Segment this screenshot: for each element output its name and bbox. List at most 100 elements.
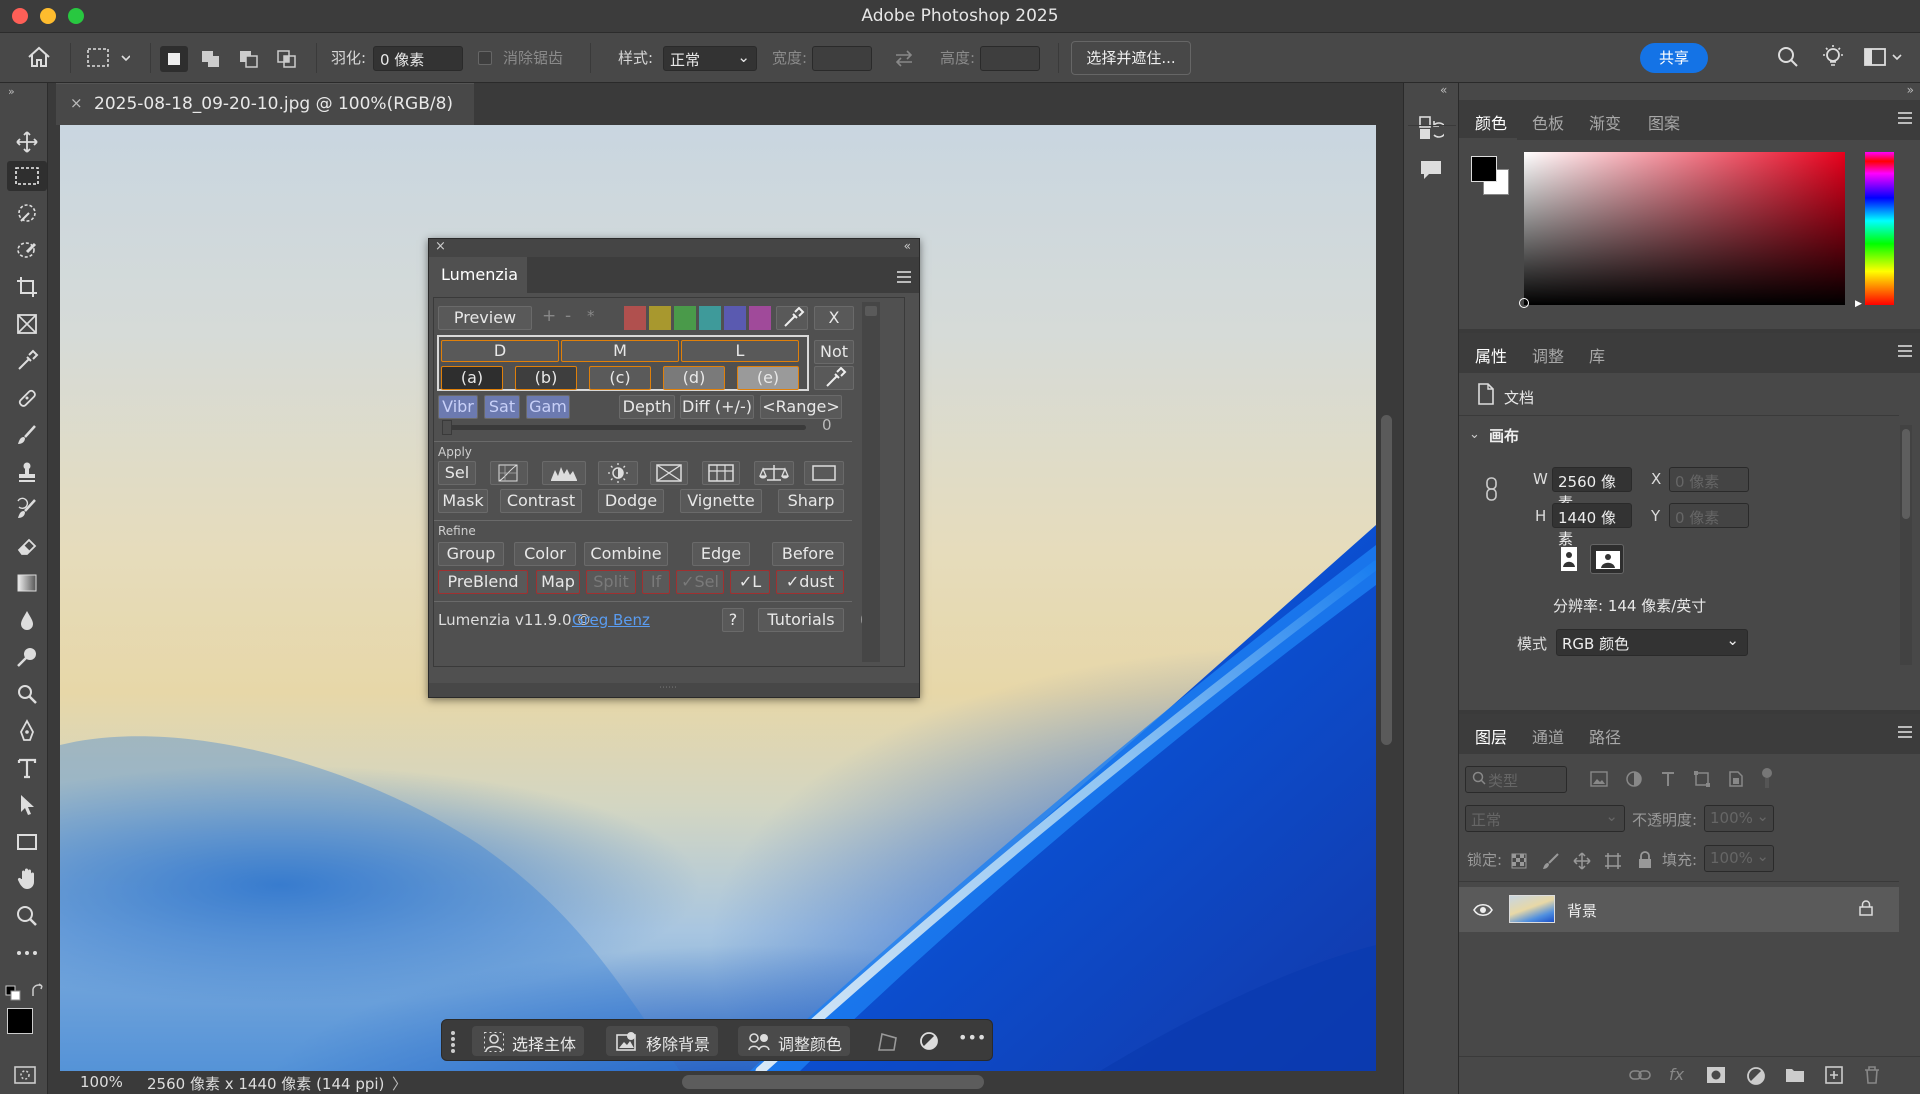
- select-subject-button[interactable]: 选择主体: [472, 1026, 585, 1056]
- drag-handle-icon[interactable]: [450, 1030, 456, 1054]
- canvas-width-input[interactable]: 2560 像素: [1552, 467, 1632, 512]
- delete-layer-icon[interactable]: [1863, 1065, 1881, 1085]
- remove-background-button[interactable]: 移除背景: [606, 1026, 719, 1056]
- filter-shape-icon[interactable]: [1693, 770, 1711, 788]
- preview-button[interactable]: Preview: [438, 306, 532, 330]
- subtract-from-selection-button[interactable]: [236, 46, 262, 72]
- tab-paths[interactable]: 路径: [1589, 724, 1621, 748]
- help-button[interactable]: ?: [722, 608, 744, 632]
- tab-layers[interactable]: 图层: [1475, 724, 1507, 748]
- rectangle-tool-icon[interactable]: [10, 827, 44, 857]
- default-colors-icon[interactable]: [5, 985, 21, 1001]
- eyedropper-tool-icon[interactable]: [10, 346, 44, 376]
- vertical-scroll-thumb[interactable]: [1381, 415, 1392, 745]
- zone-light-button[interactable]: L: [681, 340, 799, 362]
- gamma-button[interactable]: Gam: [526, 395, 570, 419]
- link-layers-icon[interactable]: [1629, 1066, 1651, 1084]
- path-selection-tool-icon[interactable]: [10, 790, 44, 820]
- lumenzia-scrollbar[interactable]: [862, 302, 880, 662]
- more-options-icon[interactable]: •••: [958, 1028, 986, 1047]
- layer-name[interactable]: 背景: [1567, 900, 1597, 921]
- properties-menu-icon[interactable]: [1898, 345, 1912, 360]
- filter-smart-object-icon[interactable]: [1726, 770, 1744, 788]
- swatch-yellow[interactable]: [649, 306, 671, 330]
- canvas-y-input[interactable]: 0 像素: [1669, 503, 1749, 528]
- author-link[interactable]: Greg Benz: [572, 611, 650, 629]
- depth-button[interactable]: Depth: [619, 395, 675, 419]
- balance-icon[interactable]: [754, 461, 794, 485]
- mask-button[interactable]: Mask: [438, 489, 488, 513]
- vignette-button[interactable]: Vignette: [680, 489, 762, 513]
- zoom-tool-icon[interactable]: [10, 901, 44, 931]
- level-d-button[interactable]: (d): [663, 366, 725, 390]
- lock-transparent-icon[interactable]: [1511, 853, 1527, 869]
- mode-select[interactable]: RGB 颜色 ⌄: [1556, 629, 1748, 656]
- color-panel-menu-icon[interactable]: [1898, 112, 1912, 127]
- brightness-icon[interactable]: [598, 461, 638, 485]
- lumenzia-titlebar[interactable]: × «: [429, 239, 919, 257]
- hand-tool-icon[interactable]: [10, 864, 44, 894]
- swap-colors-icon[interactable]: [30, 983, 46, 999]
- lock-icon[interactable]: [1859, 900, 1873, 916]
- check-dust-button[interactable]: ✓dust: [776, 570, 844, 594]
- filter-adjustment-icon[interactable]: [1625, 770, 1643, 788]
- lumenzia-menu-icon[interactable]: [897, 271, 911, 286]
- close-icon[interactable]: ×: [435, 239, 446, 254]
- clone-stamp-tool-icon[interactable]: [10, 457, 44, 487]
- level-c-button[interactable]: (c): [589, 366, 651, 390]
- share-button[interactable]: 共享: [1640, 43, 1708, 73]
- lumenzia-resize-bar[interactable]: ⋯⋯: [429, 683, 919, 697]
- canvas-x-input[interactable]: 0 像素: [1669, 467, 1749, 492]
- lumenzia-slider-thumb[interactable]: [442, 420, 452, 435]
- horizontal-scroll-thumb[interactable]: [682, 1075, 984, 1089]
- new-adjustment-layer-icon[interactable]: [1746, 1066, 1766, 1086]
- home-icon[interactable]: [26, 45, 52, 69]
- plus-button[interactable]: +: [542, 306, 556, 326]
- combine-button[interactable]: Combine: [584, 542, 668, 566]
- group-button[interactable]: Group: [438, 542, 504, 566]
- history-brush-tool-icon[interactable]: [10, 494, 44, 524]
- collapse-dock-icon[interactable]: «: [1440, 83, 1447, 97]
- zoom-level[interactable]: 100%: [80, 1073, 123, 1091]
- split-button[interactable]: Split: [586, 570, 636, 594]
- new-layer-icon[interactable]: [1825, 1065, 1843, 1085]
- color-picker-field[interactable]: [1519, 152, 1845, 308]
- sharp-button[interactable]: Sharp: [778, 489, 844, 513]
- foreground-color-swatch[interactable]: [7, 1008, 33, 1034]
- layer-style-icon[interactable]: fx: [1669, 1065, 1684, 1084]
- quick-mask-icon[interactable]: [14, 1065, 36, 1085]
- lumenzia-scroll-thumb[interactable]: [865, 306, 877, 316]
- diff-button[interactable]: Diff (+/-): [680, 395, 754, 419]
- close-tab-icon[interactable]: ×: [70, 94, 83, 112]
- style-select[interactable]: 正常 ⌄: [663, 46, 757, 71]
- expand-panels-icon[interactable]: »: [1907, 83, 1914, 97]
- quick-selection-tool-icon[interactable]: [10, 235, 44, 265]
- feather-input[interactable]: 0 像素: [373, 46, 463, 71]
- dodge-tool-icon[interactable]: [10, 642, 44, 672]
- antialias-checkbox[interactable]: [478, 51, 492, 65]
- adjustment-icon[interactable]: [918, 1030, 940, 1052]
- fill-input[interactable]: 100% ⌄: [1704, 845, 1774, 872]
- lumenzia-tab[interactable]: Lumenzia: [429, 257, 527, 293]
- gradient-tool-icon[interactable]: [10, 568, 44, 598]
- before-button[interactable]: Before: [772, 542, 844, 566]
- tab-adjustments[interactable]: 调整: [1532, 343, 1564, 367]
- swatch-green[interactable]: [674, 306, 696, 330]
- type-tool-icon[interactable]: [10, 753, 44, 783]
- dodge-button[interactable]: Dodge: [598, 489, 664, 513]
- level-e-button[interactable]: (e): [737, 366, 799, 390]
- landscape-orientation-button[interactable]: [1590, 544, 1624, 574]
- map-button[interactable]: Map: [536, 570, 580, 594]
- zone-dark-button[interactable]: D: [441, 340, 559, 362]
- intersect-selection-button[interactable]: [274, 46, 300, 72]
- color-button[interactable]: Color: [514, 542, 576, 566]
- brush-tool-icon[interactable]: [10, 420, 44, 450]
- document-info-arrow[interactable]: 〉: [392, 1073, 407, 1094]
- grid-icon[interactable]: [702, 461, 740, 485]
- swatch-red[interactable]: [624, 306, 646, 330]
- add-to-selection-button[interactable]: [198, 46, 224, 72]
- sel-button[interactable]: Sel: [438, 461, 476, 485]
- new-group-icon[interactable]: [1785, 1067, 1805, 1083]
- chevron-down-icon[interactable]: ⌄: [1469, 427, 1480, 442]
- canvas-vertical-scrollbar[interactable]: [1376, 125, 1398, 1071]
